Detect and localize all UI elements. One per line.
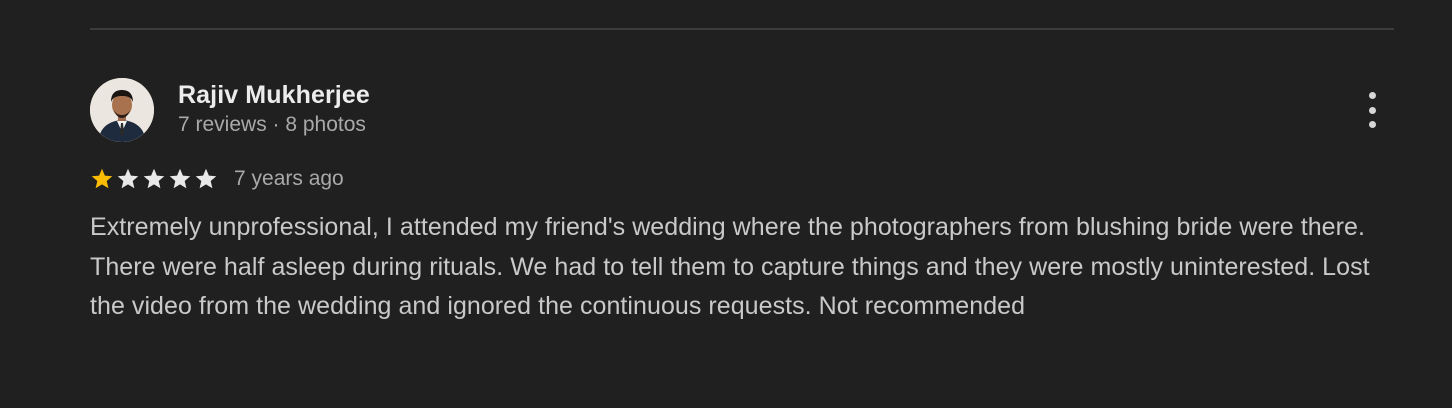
star-empty-icon	[116, 167, 140, 191]
star-filled-icon	[90, 167, 114, 191]
avatar[interactable]	[90, 78, 154, 142]
rating-row: 7 years ago	[90, 166, 1394, 192]
author-name[interactable]: Rajiv Mukherjee	[178, 80, 370, 110]
more-dot	[1368, 121, 1376, 128]
star-empty-icon	[194, 167, 218, 191]
more-vert-icon[interactable]	[1360, 92, 1384, 128]
review-header: Rajiv Mukherjee 7 reviews · 8 photos	[90, 78, 1394, 142]
author-meta: 7 reviews · 8 photos	[178, 113, 366, 136]
author-info: Rajiv Mukherjee 7 reviews · 8 photos	[178, 80, 370, 139]
review-text: Extremely unprofessional, I attended my …	[90, 213, 1370, 320]
more-dot	[1368, 92, 1376, 99]
star-empty-icon	[142, 167, 166, 191]
divider	[90, 28, 1394, 30]
review-date: 7 years ago	[234, 167, 344, 190]
review-page: Rajiv Mukherjee 7 reviews · 8 photos 7 y…	[0, 0, 1452, 408]
star-empty-icon	[168, 167, 192, 191]
star-rating	[90, 167, 220, 191]
review-card: Rajiv Mukherjee 7 reviews · 8 photos 7 y…	[90, 78, 1394, 327]
more-dot	[1368, 106, 1376, 114]
